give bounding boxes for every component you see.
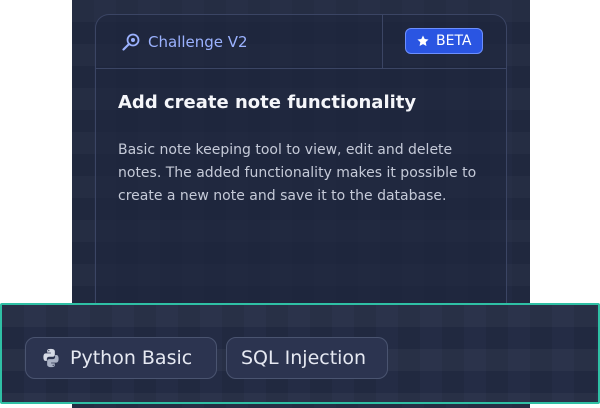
header-divider: [382, 15, 383, 68]
challenge-icon: [122, 33, 140, 51]
challenge-card[interactable]: Challenge V2 BETA Add create note functi…: [95, 14, 507, 315]
tag-sql-injection[interactable]: SQL Injection: [226, 337, 388, 379]
challenge-type: Challenge V2: [121, 31, 248, 53]
card-title: Add create note functionality: [118, 92, 417, 113]
star-icon: [417, 35, 429, 47]
tag-label: SQL Injection: [241, 347, 367, 369]
card-description: Basic note keeping tool to view, edit an…: [118, 142, 477, 204]
beta-badge-label: BETA: [436, 33, 472, 49]
card-header: Challenge V2 BETA: [96, 15, 506, 69]
challenge-label: Challenge V2: [148, 33, 248, 51]
beta-badge: BETA: [405, 28, 483, 54]
tag-row: Python Basic SQL Injection: [0, 303, 600, 404]
python-icon: [43, 348, 59, 368]
tag-label: Python Basic: [70, 347, 193, 369]
tag-python-basic[interactable]: Python Basic: [25, 337, 217, 379]
